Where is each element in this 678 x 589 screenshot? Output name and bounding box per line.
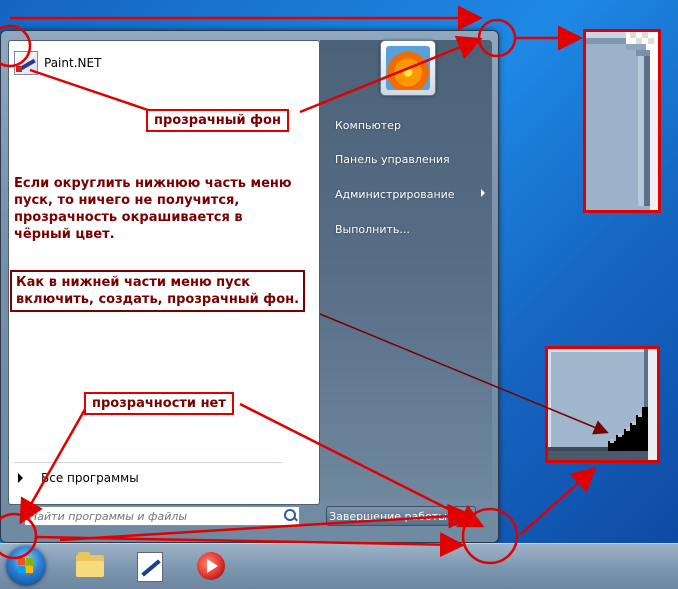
annotation-no-transparency: прозрачности нет xyxy=(84,392,234,415)
annotation-rounding-note: Если округлить нижнюю часть меню пуск, т… xyxy=(14,176,292,242)
annotation-question: Как в нижней части меню пуск включить, с… xyxy=(10,270,306,312)
annotation-transparent-bg: прозрачный фон xyxy=(146,109,289,132)
